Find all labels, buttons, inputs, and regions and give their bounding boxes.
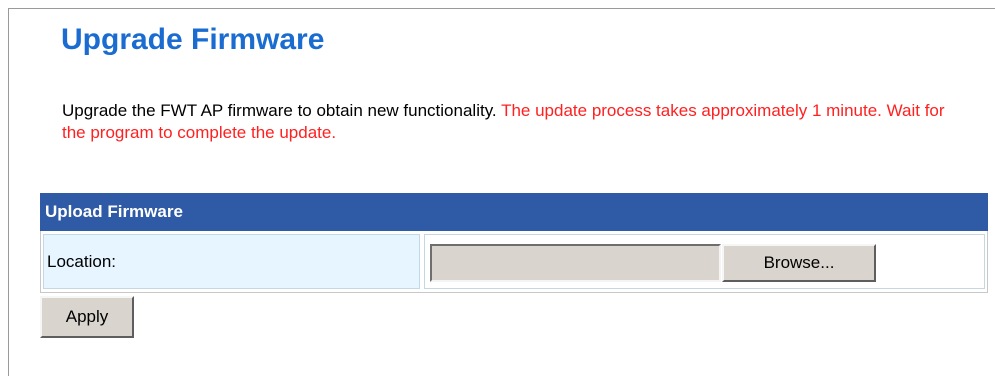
location-row: Location: Browse... xyxy=(40,231,988,293)
apply-button[interactable]: Apply xyxy=(40,296,134,338)
description-text: Upgrade the FWT AP firmware to obtain ne… xyxy=(62,101,502,120)
page-frame xyxy=(8,8,995,376)
location-label: Location: xyxy=(43,234,420,289)
location-value-cell: Browse... xyxy=(424,234,985,289)
browse-button[interactable]: Browse... xyxy=(722,244,876,282)
page-title: Upgrade Firmware xyxy=(61,23,325,56)
firmware-file-input[interactable] xyxy=(430,244,721,282)
upload-firmware-header: Upload Firmware xyxy=(40,193,988,231)
page-description: Upgrade the FWT AP firmware to obtain ne… xyxy=(62,100,962,144)
